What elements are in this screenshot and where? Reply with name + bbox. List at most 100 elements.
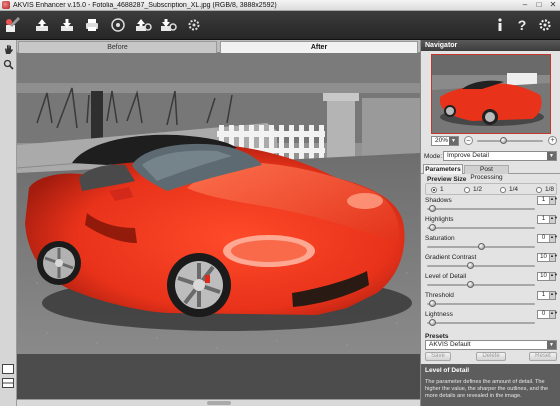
lightness-value: 0 <box>541 311 546 317</box>
highlights-slider-handle[interactable] <box>429 224 437 231</box>
shadows-slider-handle[interactable] <box>429 205 437 212</box>
brush-icon[interactable] <box>2 15 24 35</box>
saturation-slider[interactable] <box>427 243 535 250</box>
save-preset-button[interactable]: Save <box>425 352 451 361</box>
saturation-label: Saturation <box>425 235 455 242</box>
batch-icon[interactable] <box>132 15 154 35</box>
preview-size-label-1-8: 1/8 <box>545 186 555 193</box>
gradient-contrast-stepper[interactable]: 10 ▲▼ <box>537 253 558 262</box>
tab-before[interactable]: Before <box>18 41 217 53</box>
open-icon[interactable] <box>31 15 53 35</box>
lightness-slider-handle[interactable] <box>429 319 437 326</box>
level-of-detail-slider-handle[interactable] <box>467 281 475 288</box>
zoom-slider[interactable] <box>477 137 543 144</box>
help-icon[interactable]: ? <box>511 15 533 35</box>
help-box: Level of Detail The parameter defines th… <box>421 364 560 406</box>
print-icon[interactable] <box>81 15 103 35</box>
scrollbar-thumb[interactable] <box>207 401 231 405</box>
delete-preset-button[interactable]: Delete <box>476 352 506 361</box>
saturation-stepper[interactable]: 0 ▲▼ <box>537 234 558 243</box>
zoom-in-button[interactable]: + <box>548 136 557 145</box>
chevron-down-icon: ▼ <box>547 341 556 349</box>
app-logo-icon <box>2 1 10 9</box>
preferences-icon[interactable] <box>534 15 556 35</box>
stepper-arrows-icon[interactable]: ▲▼ <box>549 292 558 299</box>
stepper-arrows-icon[interactable]: ▲▼ <box>549 273 558 280</box>
stepper-arrows-icon[interactable]: ▲▼ <box>549 235 558 242</box>
settings-panel: Navigator 20% ▼ – + Mode: Improve Detail… <box>420 40 560 406</box>
stepper-arrows-icon[interactable]: ▲▼ <box>549 197 558 204</box>
info-icon[interactable] <box>489 15 511 35</box>
gradient-contrast-label: Gradient Contrast <box>425 254 477 261</box>
shadows-stepper[interactable]: 1 ▲▼ <box>537 196 558 205</box>
zoom-out-button[interactable]: – <box>464 136 473 145</box>
lightness-label: Lightness <box>425 311 453 318</box>
gradient-contrast-slider[interactable] <box>427 262 535 269</box>
saturation-slider-handle[interactable] <box>478 243 485 250</box>
highlights-stepper[interactable]: 1 ▲▼ <box>537 215 558 224</box>
parameter-tabs: Parameters Post Processing <box>421 164 560 181</box>
threshold-slider[interactable] <box>427 300 535 307</box>
navigator-thumbnail <box>432 55 550 133</box>
settings-icon[interactable] <box>183 15 205 35</box>
image-canvas[interactable] <box>17 53 420 406</box>
mode-value: Improve Detail <box>447 152 489 159</box>
close-button[interactable]: ✕ <box>546 0 560 10</box>
preview-size-label-1: 1 <box>440 186 444 193</box>
preview-size-radio-1-8[interactable] <box>536 187 542 193</box>
presets-title: Presets <box>425 333 449 340</box>
tool-column <box>0 40 17 406</box>
share-icon[interactable] <box>107 15 129 35</box>
chevron-down-icon: ▼ <box>547 152 556 160</box>
lightness-slider[interactable] <box>427 319 535 326</box>
svg-text:?: ? <box>518 17 527 33</box>
batch-run-icon[interactable] <box>157 15 179 35</box>
level-of-detail-stepper[interactable]: 10 ▲▼ <box>537 272 558 281</box>
preview-size-label-1-4: 1/4 <box>509 186 519 193</box>
stepper-arrows-icon[interactable]: ▲▼ <box>549 254 558 261</box>
zoom-slider-handle[interactable] <box>500 137 508 144</box>
view-mode-split-icon[interactable] <box>1 376 15 390</box>
preview-size-radio-1[interactable] <box>431 187 437 193</box>
mode-select[interactable]: Improve Detail ▼ <box>443 151 557 161</box>
preview-size-label-1-2: 1/2 <box>473 186 483 193</box>
presets-select[interactable]: AKVIS Default ▼ <box>425 340 557 350</box>
zoom-value: 20% <box>435 137 449 144</box>
minimize-button[interactable]: – <box>518 0 532 10</box>
threshold-stepper[interactable]: 1 ▲▼ <box>537 291 558 300</box>
preview-size-radio-1-2[interactable] <box>464 187 470 193</box>
maximize-button[interactable]: □ <box>532 0 546 10</box>
help-title: Level of Detail <box>425 367 470 374</box>
tab-after[interactable]: After <box>220 41 418 53</box>
zoom-select[interactable]: 20% ▼ <box>431 136 459 146</box>
shadows-value: 1 <box>541 197 546 203</box>
highlights-slider[interactable] <box>427 224 535 231</box>
saturation-value: 0 <box>541 235 546 241</box>
shadows-label: Shadows <box>425 197 452 204</box>
lightness-stepper[interactable]: 0 ▲▼ <box>537 310 558 319</box>
highlights-value: 1 <box>541 216 546 222</box>
stepper-arrows-icon[interactable]: ▲▼ <box>549 311 558 318</box>
tab-parameters[interactable]: Parameters <box>423 164 463 174</box>
level-of-detail-slider[interactable] <box>427 281 535 288</box>
navigator-preview[interactable] <box>431 54 551 134</box>
presets-value: AKVIS Default <box>429 341 471 348</box>
stepper-arrows-icon[interactable]: ▲▼ <box>549 216 558 223</box>
hand-icon[interactable] <box>1 42 15 56</box>
highlights-label: Highlights <box>425 216 454 223</box>
reset-preset-button[interactable]: Reset <box>529 352 557 361</box>
preview-size-group: 1 1/2 1/4 1/8 <box>425 183 557 195</box>
save-icon[interactable] <box>56 15 78 35</box>
horizontal-scrollbar[interactable] <box>17 399 420 406</box>
tab-post-processing[interactable]: Post Processing <box>464 165 509 181</box>
gradient-contrast-slider-handle[interactable] <box>467 262 475 269</box>
threshold-slider-handle[interactable] <box>429 300 437 307</box>
shadows-slider[interactable] <box>427 205 535 212</box>
threshold-label: Threshold <box>425 292 454 299</box>
title-bar: AKVIS Enhancer v.15.0 - Fotolia_4688287_… <box>0 0 560 11</box>
preview-size-radio-1-4[interactable] <box>500 187 506 193</box>
level-of-detail-label: Level of Detail <box>425 273 467 280</box>
preview-size-title: Preview Size <box>427 176 467 183</box>
zoom-icon[interactable] <box>1 57 15 71</box>
view-mode-single-icon[interactable] <box>1 362 15 376</box>
